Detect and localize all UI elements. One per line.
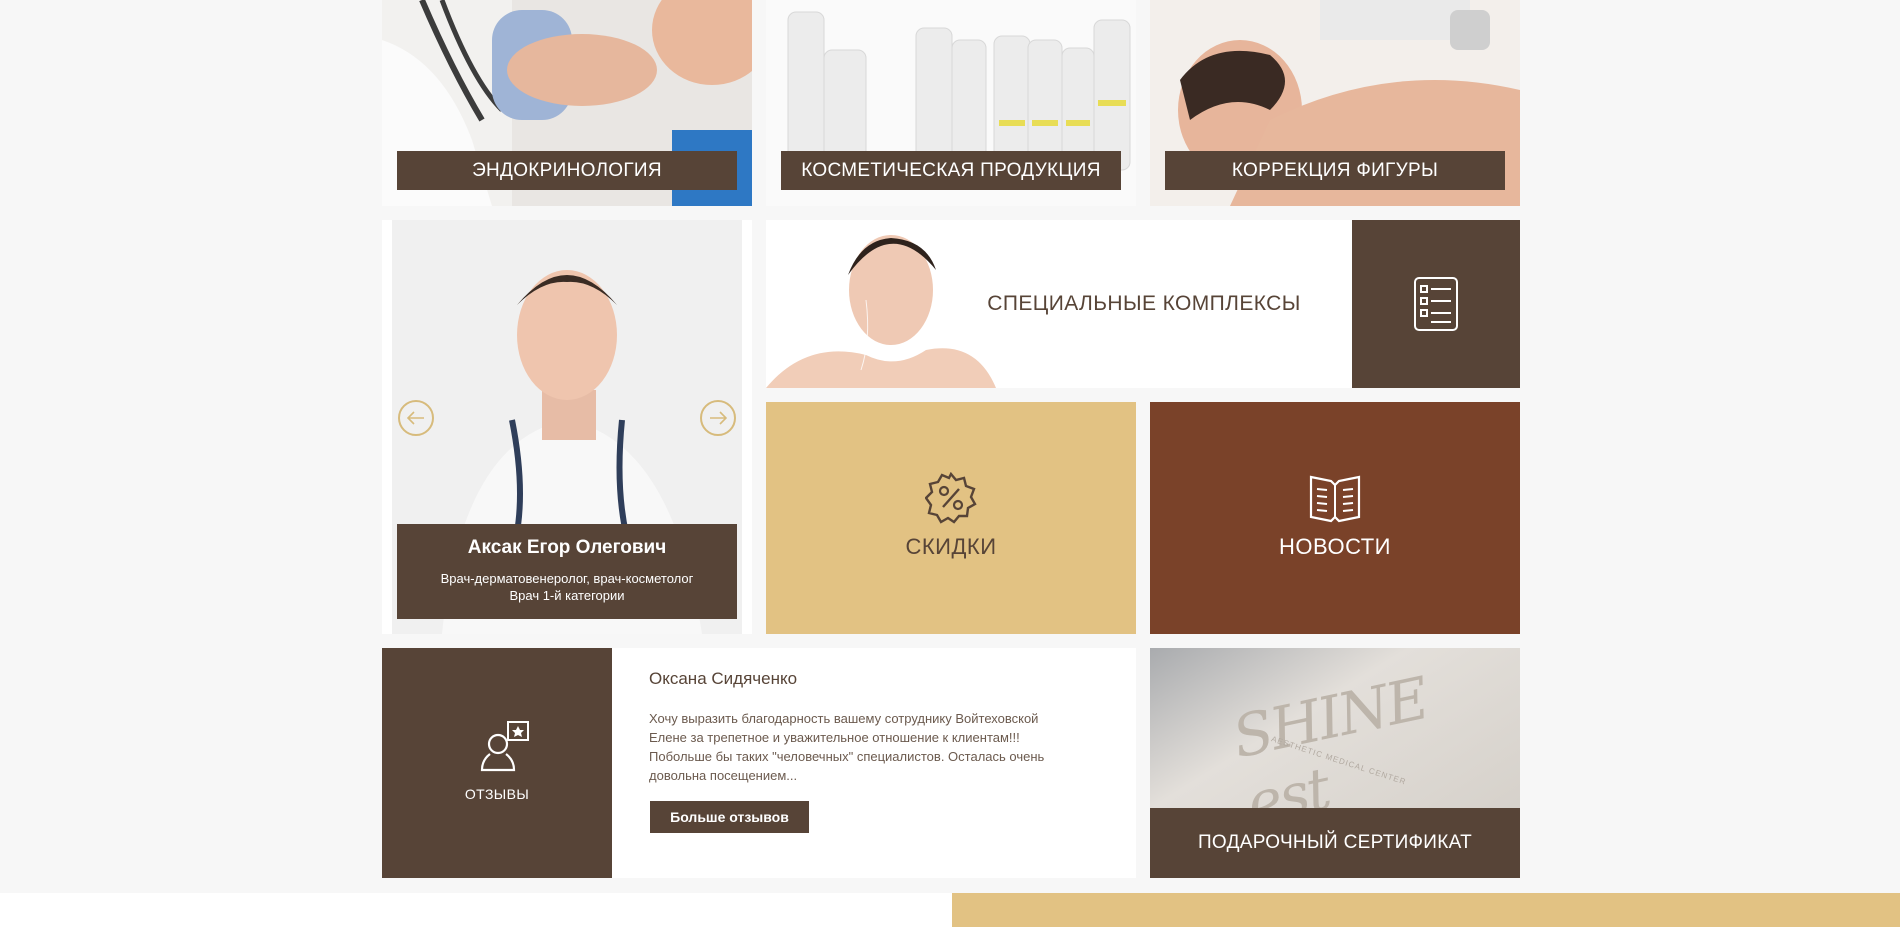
gift-certificate-label: ПОДАРОЧНЫЙ СЕРТИФИКАТ bbox=[1150, 808, 1520, 878]
news-tile[interactable]: НОВОСТИ bbox=[1150, 402, 1520, 634]
special-complexes-icon-block bbox=[1352, 220, 1520, 388]
next-doctor-button[interactable] bbox=[700, 400, 736, 436]
cosmetics-tile[interactable]: КОСМЕТИЧЕСКАЯ ПРОДУКЦИЯ bbox=[766, 0, 1136, 206]
bottom-section-white bbox=[0, 893, 952, 927]
arrow-right-icon bbox=[710, 411, 727, 425]
special-complexes-tile[interactable]: СПЕЦИАЛЬНЫЕ КОМПЛЕКСЫ bbox=[766, 220, 1520, 388]
reviews-icon-block[interactable]: ОТЗЫВЫ bbox=[382, 648, 612, 878]
doctor-name: Аксак Егор Олегович bbox=[467, 537, 667, 558]
news-label: НОВОСТИ bbox=[1279, 534, 1391, 559]
endocrinology-tile[interactable]: ЭНДОКРИНОЛОГИЯ bbox=[382, 0, 752, 206]
special-complexes-label: СПЕЦИАЛЬНЫЕ КОМПЛЕКСЫ bbox=[987, 292, 1301, 315]
discounts-tile[interactable]: СКИДКИ bbox=[766, 402, 1136, 634]
reviewer-star-icon bbox=[480, 721, 529, 772]
gift-certificate-tile[interactable]: SHINE est AESTHETIC MEDICAL CENTER ПОДАР… bbox=[1150, 648, 1520, 878]
reviews-section: ОТЗЫВЫ Оксана Сидяченко Хочу выразить бл… bbox=[382, 648, 1136, 878]
doctor-card: Аксак Егор Олегович Врач-дерматовенероло… bbox=[382, 220, 752, 634]
doctor-position: Врач-дерматовенеролог, врач-косметолог bbox=[440, 571, 694, 586]
bottom-section-gold bbox=[952, 893, 1900, 927]
review-author: Оксана Сидяченко bbox=[649, 669, 798, 688]
newspaper-icon bbox=[1309, 475, 1361, 523]
endocrinology-label[interactable]: ЭНДОКРИНОЛОГИЯ bbox=[397, 151, 737, 190]
body-correction-label[interactable]: КОРРЕКЦИЯ ФИГУРЫ bbox=[1165, 151, 1505, 190]
cosmetics-label[interactable]: КОСМЕТИЧЕСКАЯ ПРОДУКЦИЯ bbox=[781, 151, 1121, 190]
reviews-label: ОТЗЫВЫ bbox=[464, 786, 530, 802]
prev-doctor-button[interactable] bbox=[398, 400, 434, 436]
woman-face-photo bbox=[766, 220, 1006, 388]
body-correction-tile[interactable]: КОРРЕКЦИЯ ФИГУРЫ bbox=[1150, 0, 1520, 206]
doctor-info-panel[interactable]: Аксак Егор Олегович Врач-дерматовенероло… bbox=[397, 524, 737, 619]
discounts-label: СКИДКИ bbox=[905, 534, 997, 559]
more-reviews-button[interactable]: Больше отзывов bbox=[650, 801, 809, 833]
doctor-category: Врач 1-й категории bbox=[509, 588, 625, 603]
arrow-left-icon bbox=[407, 411, 424, 425]
discount-badge-icon bbox=[925, 472, 977, 524]
checklist-icon bbox=[1414, 277, 1458, 331]
review-text: Хочу выразить благодарность вашему сотру… bbox=[649, 711, 1045, 783]
